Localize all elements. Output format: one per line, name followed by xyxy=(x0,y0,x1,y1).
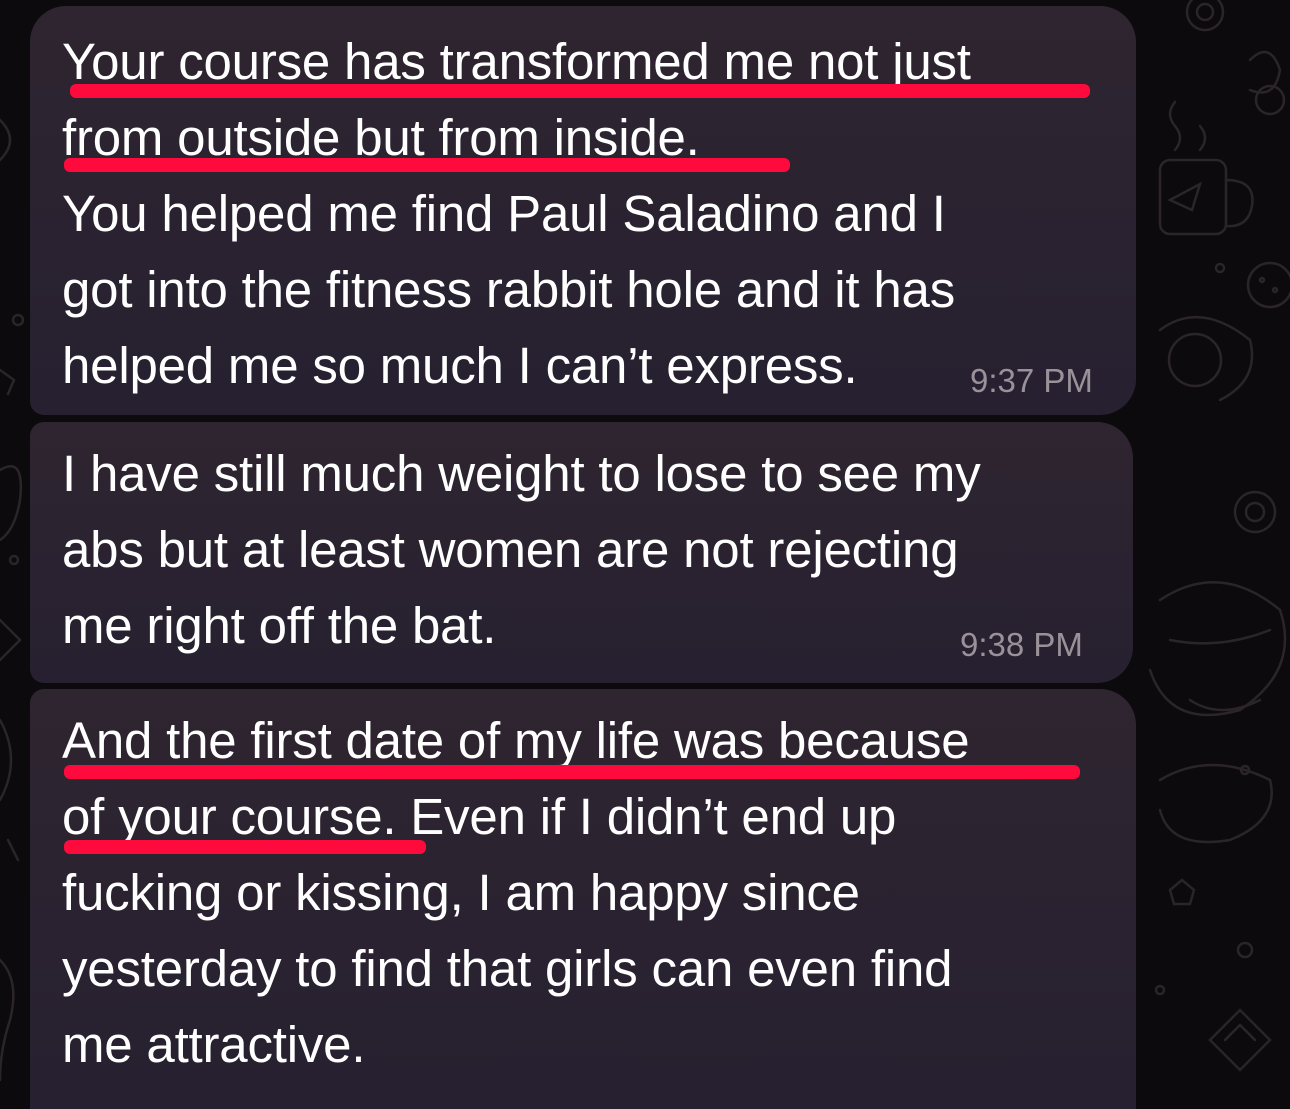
message-line-rest: . Even if I didn’t end up xyxy=(382,788,897,845)
red-underline xyxy=(64,765,1080,779)
message-bubble[interactable]: And the first date of my life was becaus… xyxy=(30,689,1136,1109)
message-line: me attractive. xyxy=(62,1016,366,1073)
message-bubble[interactable]: Your course has transformed me not just … xyxy=(30,6,1136,415)
message-line: fucking or kissing, I am happy since xyxy=(62,864,860,921)
red-underline xyxy=(64,840,426,854)
message-line: I have still much weight to lose to see … xyxy=(62,445,981,502)
red-underline xyxy=(64,158,790,172)
message-line: me right off the bat. xyxy=(62,597,497,654)
message-timestamp: 9:38 PM xyxy=(960,626,1083,663)
message-line: abs but at least women are not rejecting xyxy=(62,521,959,578)
message-line: yesterday to find that girls can even fi… xyxy=(62,940,953,997)
message-line: helped me so much I can’t express. xyxy=(62,337,858,394)
message-line: You helped me find Paul Saladino and I xyxy=(62,185,946,242)
message-line: got into the fitness rabbit hole and it … xyxy=(62,261,955,318)
message-bubble[interactable]: I have still much weight to lose to see … xyxy=(30,422,1133,683)
message-timestamp: 9:37 PM xyxy=(970,362,1093,399)
red-underline xyxy=(70,84,1090,98)
